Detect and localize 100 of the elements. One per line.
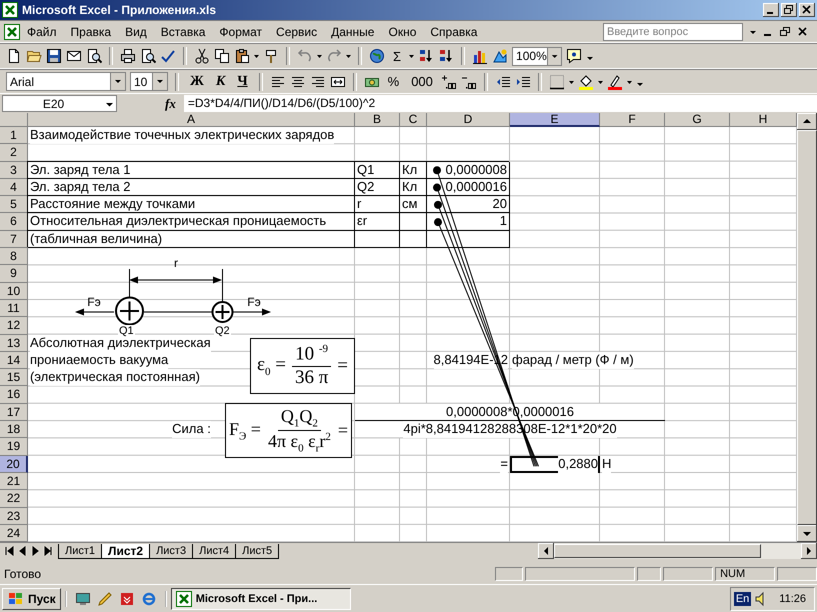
menu-item[interactable]: Вид	[118, 22, 154, 40]
name-box[interactable]: E20	[2, 95, 117, 112]
spreadsheet-app-icon[interactable]	[4, 24, 20, 40]
row-header[interactable]: 8	[0, 248, 28, 266]
taskbar-button[interactable]: Microsoft Excel - При...	[170, 588, 351, 610]
row-header[interactable]: 10	[0, 282, 28, 300]
sort-descending-icon[interactable]	[438, 48, 454, 64]
column-header[interactable]: H	[730, 113, 797, 127]
column-header[interactable]: C	[400, 113, 427, 127]
last-sheet-icon[interactable]	[43, 544, 54, 558]
column-header[interactable]: D	[427, 113, 510, 127]
row-header[interactable]: 6	[0, 213, 28, 231]
row-header[interactable]: 20	[0, 456, 28, 473]
sort-ascending-icon[interactable]	[418, 48, 434, 64]
sheet-tab[interactable]: Лист2	[101, 544, 150, 558]
scissors-icon[interactable]	[194, 48, 210, 64]
help-search-field[interactable]: Введите вопрос	[603, 22, 743, 40]
percent-button[interactable]: %	[384, 74, 404, 89]
scrollbar-thumb[interactable]	[554, 544, 761, 558]
row-header[interactable]: 24	[0, 524, 28, 542]
sheet-tab[interactable]: Лист3	[149, 544, 194, 558]
envelope-icon[interactable]	[66, 48, 82, 64]
row-header[interactable]: 18	[0, 421, 28, 438]
desktop-icon[interactable]	[74, 590, 91, 606]
sheet-tab[interactable]: Лист4	[192, 544, 236, 558]
printer-icon[interactable]	[120, 48, 136, 64]
menu-item[interactable]: Вставка	[154, 22, 212, 40]
minimize-button[interactable]	[763, 3, 779, 17]
insert-function-button[interactable]: fx	[165, 96, 176, 112]
column-header[interactable]: F	[600, 113, 665, 127]
document-magnifier-icon[interactable]	[86, 48, 102, 64]
bold-button[interactable]: Ж	[186, 74, 208, 90]
fill-color-icon[interactable]	[578, 74, 594, 90]
row-header[interactable]: 16	[0, 386, 28, 404]
pen-icon[interactable]	[96, 590, 113, 606]
scroll-left-button[interactable]	[538, 543, 554, 559]
next-sheet-icon[interactable]	[30, 544, 41, 558]
active-cell[interactable]: 0,2880	[510, 456, 600, 473]
folder-icon[interactable]	[26, 48, 42, 64]
italic-button[interactable]: К	[212, 74, 230, 90]
row-header[interactable]: 7	[0, 230, 28, 248]
scrollbar-thumb[interactable]	[797, 130, 817, 525]
row-header[interactable]: 11	[0, 300, 28, 318]
scroll-down-button[interactable]	[797, 525, 817, 542]
scroll-right-button[interactable]	[801, 543, 817, 559]
font-color-icon[interactable]	[606, 74, 623, 90]
start-button[interactable]: Пуск	[2, 588, 61, 610]
increase-decimal-icon[interactable]	[440, 74, 457, 90]
row-header[interactable]: 4	[0, 178, 28, 196]
column-header[interactable]: G	[665, 113, 730, 127]
clipboard-icon[interactable]	[234, 48, 250, 64]
globe-icon[interactable]	[369, 48, 385, 64]
row-header[interactable]: 22	[0, 490, 28, 508]
zoom-field[interactable]: 100%	[512, 46, 562, 66]
new-document-icon[interactable]	[6, 48, 22, 64]
column-header[interactable]: E	[510, 113, 600, 127]
double-chevron-icon[interactable]	[118, 590, 135, 606]
row-header[interactable]: 1	[0, 127, 28, 144]
sheet-tab[interactable]: Лист5	[235, 544, 280, 558]
copy-icon[interactable]	[214, 48, 230, 64]
formula-field[interactable]: =D3*D4/4/ПИ()/D14/D6/(D5/100)^2	[184, 95, 817, 112]
menu-item[interactable]: Окно	[381, 22, 424, 40]
menu-item[interactable]: Файл	[20, 22, 64, 40]
close-button[interactable]	[799, 3, 815, 17]
underline-button[interactable]: Ч	[233, 74, 252, 90]
row-header[interactable]: 21	[0, 472, 28, 490]
row-header[interactable]: 15	[0, 369, 28, 386]
select-all-button[interactable]	[0, 113, 28, 127]
row-header[interactable]: 12	[0, 317, 28, 335]
menu-item[interactable]: Правка	[64, 22, 118, 40]
menu-item[interactable]: Формат	[212, 22, 270, 40]
close-icon[interactable]	[797, 24, 809, 38]
menu-item[interactable]: Справка	[423, 22, 484, 40]
row-header[interactable]: 9	[0, 265, 28, 283]
previous-sheet-icon[interactable]	[17, 544, 28, 558]
menu-item[interactable]: Сервис	[269, 22, 324, 40]
row-header[interactable]: 23	[0, 508, 28, 525]
row-header[interactable]: 14	[0, 352, 28, 370]
checkmark-icon[interactable]	[160, 48, 176, 64]
row-header[interactable]: 5	[0, 196, 28, 214]
column-header[interactable]: B	[355, 113, 400, 127]
menu-item[interactable]: Данные	[324, 22, 382, 40]
drawing-icon[interactable]	[492, 48, 508, 64]
column-header[interactable]: A	[28, 113, 355, 127]
restore-button[interactable]	[781, 3, 797, 17]
scroll-up-button[interactable]	[797, 113, 817, 130]
font-name-field[interactable]: Arial	[6, 72, 126, 91]
first-sheet-icon[interactable]	[4, 544, 15, 558]
language-indicator[interactable]: En	[734, 592, 752, 606]
browser-icon[interactable]	[140, 590, 157, 606]
brush-icon[interactable]	[263, 48, 279, 64]
row-header[interactable]: 13	[0, 334, 28, 352]
font-size-field[interactable]: 10	[130, 72, 168, 91]
document-magnifier-icon[interactable]	[140, 48, 156, 64]
row-header[interactable]: 17	[0, 404, 28, 422]
borders-icon[interactable]	[548, 74, 565, 90]
help-icon[interactable]	[566, 48, 582, 64]
restore-icon[interactable]	[779, 24, 791, 38]
row-header[interactable]: 2	[0, 144, 28, 162]
autosum-button[interactable]: Σ	[389, 48, 406, 64]
